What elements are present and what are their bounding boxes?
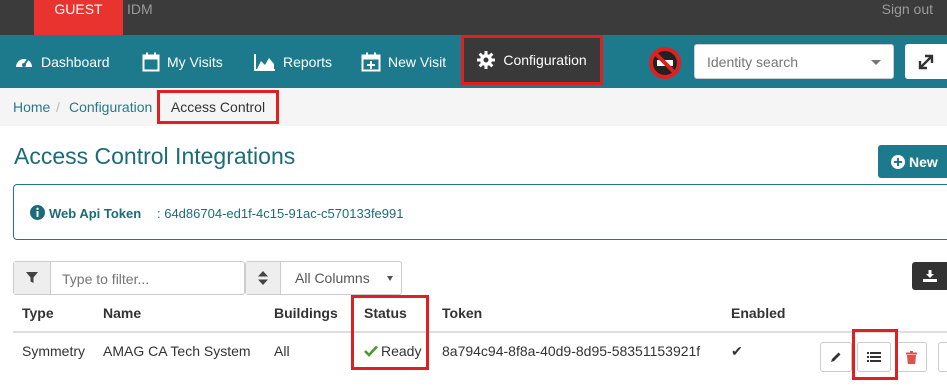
column-select-value: All Columns bbox=[295, 270, 370, 286]
api-token-value: : 64d86704-ed1f-4c15-91ac-c570133fe991 bbox=[157, 206, 404, 221]
filter-addon bbox=[14, 262, 51, 294]
new-integration-label: New bbox=[909, 153, 938, 170]
sign-out-label: Sign out bbox=[881, 1, 933, 17]
column-header-name[interactable]: Name bbox=[103, 305, 141, 321]
edit-button[interactable] bbox=[820, 342, 852, 372]
nav-configuration[interactable]: Configuration bbox=[461, 35, 603, 85]
cell-buildings: All bbox=[274, 343, 290, 359]
nav-reports-label: Reports bbox=[283, 53, 333, 70]
nav-reports[interactable]: Reports bbox=[254, 35, 332, 88]
fullscreen-button[interactable] bbox=[905, 44, 947, 79]
expand-icon bbox=[918, 54, 934, 70]
breadcrumb-separator: / bbox=[56, 99, 60, 115]
download-icon bbox=[922, 270, 937, 282]
nav-my-visits-label: My Visits bbox=[167, 53, 223, 70]
table-filter bbox=[13, 261, 245, 295]
page-title: Access Control Integrations bbox=[14, 143, 296, 169]
column-select[interactable]: All Columns bbox=[245, 261, 402, 295]
tab-guest[interactable]: GUEST bbox=[34, 0, 123, 35]
sort-addon bbox=[246, 262, 281, 294]
filter-icon bbox=[26, 272, 38, 283]
status-highlight bbox=[351, 295, 429, 370]
new-integration-button[interactable]: New bbox=[878, 145, 947, 178]
breadcrumb-home[interactable]: Home bbox=[13, 99, 50, 115]
calendar-plus-icon bbox=[361, 52, 381, 71]
trash-icon bbox=[905, 350, 917, 364]
cell-enabled: ✔ bbox=[731, 343, 743, 359]
row-extra-button[interactable] bbox=[938, 342, 947, 372]
breadcrumb: Home / Configuration Access Control bbox=[0, 88, 947, 126]
column-header-token[interactable]: Token bbox=[442, 305, 482, 321]
api-token-label: Web Api Token bbox=[49, 206, 142, 221]
nav-dashboard-label: Dashboard bbox=[41, 53, 110, 70]
tab-idm[interactable]: IDM bbox=[127, 0, 153, 18]
no-entry-icon[interactable] bbox=[648, 46, 682, 80]
identity-search[interactable] bbox=[694, 44, 894, 79]
gear-icon bbox=[477, 51, 496, 69]
export-button[interactable] bbox=[912, 262, 947, 290]
calendar-icon bbox=[142, 52, 160, 71]
api-token-panel: Web Api Token : 64d86704-ed1f-4c15-91ac-… bbox=[13, 184, 947, 240]
breadcrumb-configuration[interactable]: Configuration bbox=[69, 99, 152, 115]
column-header-enabled[interactable]: Enabled bbox=[731, 305, 785, 321]
sign-out-link[interactable]: Sign out bbox=[882, 0, 933, 18]
delete-button[interactable] bbox=[895, 342, 927, 372]
nav-dashboard[interactable]: Dashboard bbox=[14, 35, 110, 88]
cell-type: Symmetry bbox=[22, 343, 85, 359]
pencil-icon bbox=[831, 352, 841, 362]
tab-idm-label: IDM bbox=[127, 1, 153, 17]
nav-new-visit-label: New Visit bbox=[388, 53, 447, 70]
info-circle-icon bbox=[30, 205, 45, 220]
breadcrumb-access-control-label: Access Control bbox=[170, 99, 266, 115]
chevron-down-icon bbox=[871, 60, 881, 65]
plus-circle-icon bbox=[891, 154, 905, 169]
cell-name: AMAG CA Tech System bbox=[103, 343, 251, 359]
nav-configuration-label: Configuration bbox=[503, 52, 587, 68]
chevron-down-icon bbox=[387, 276, 393, 281]
sort-icon bbox=[258, 271, 268, 285]
filter-input[interactable] bbox=[60, 270, 234, 288]
area-chart-icon bbox=[254, 53, 275, 71]
main-navbar: Dashboard My Visits Reports New Visit Co… bbox=[0, 35, 947, 88]
details-highlight bbox=[852, 329, 898, 380]
identity-search-input[interactable] bbox=[705, 53, 859, 71]
column-header-buildings[interactable]: Buildings bbox=[274, 305, 338, 321]
top-bar: GUEST IDM Sign out bbox=[0, 0, 947, 35]
dashboard-icon bbox=[16, 57, 32, 67]
column-header-type[interactable]: Type bbox=[22, 305, 54, 321]
nav-new-visit[interactable]: New Visit bbox=[361, 35, 446, 88]
breadcrumb-access-control: Access Control bbox=[157, 90, 279, 124]
cell-token: 8a794c94-8f8a-40d9-8d95-58351153921f bbox=[442, 343, 701, 359]
table-header-divider bbox=[13, 331, 947, 333]
nav-my-visits[interactable]: My Visits bbox=[142, 35, 223, 88]
tab-guest-label: GUEST bbox=[54, 1, 103, 17]
